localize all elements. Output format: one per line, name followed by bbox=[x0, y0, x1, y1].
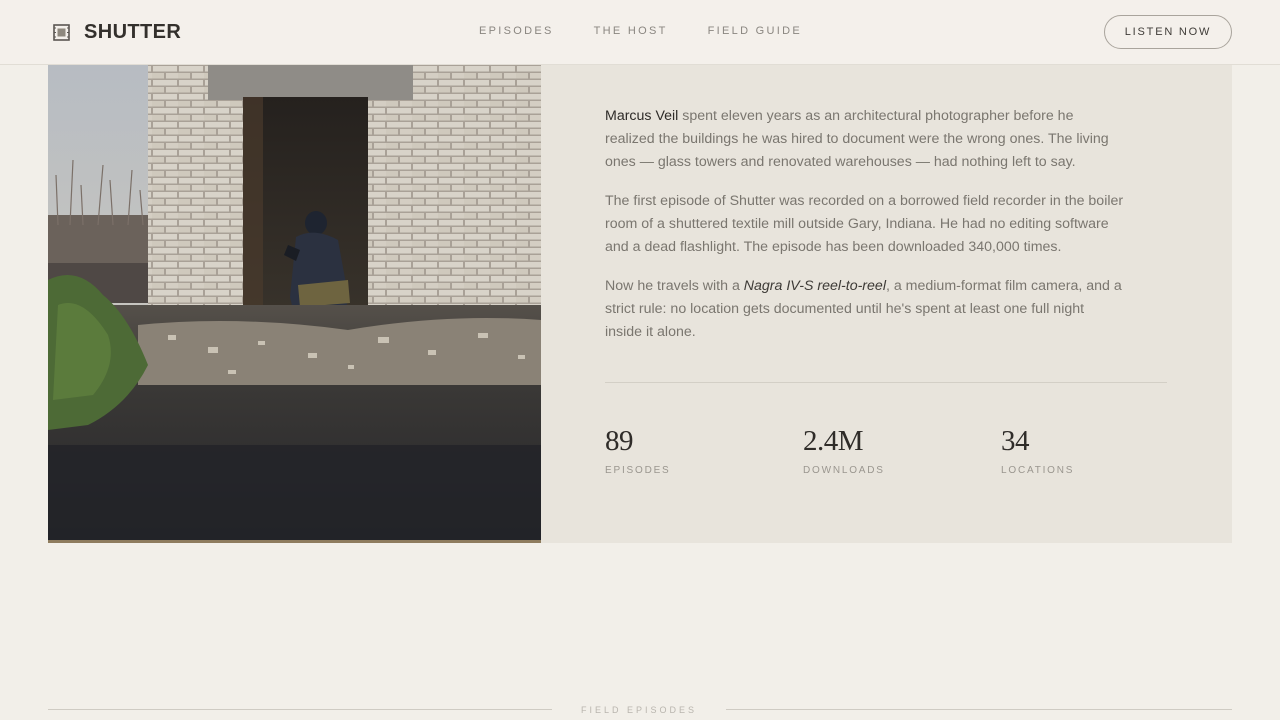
brand-logo[interactable]: SHUTTER bbox=[53, 20, 181, 44]
main-nav: EPISODES THE HOST FIELD GUIDE bbox=[479, 25, 802, 37]
listen-now-button[interactable]: LISTEN NOW bbox=[1104, 15, 1232, 49]
bio-paragraph-3: Now he travels with a Nagra IV-S reel-to… bbox=[605, 278, 1122, 340]
heading-rule-left bbox=[48, 709, 552, 710]
stat-downloads: 2.4M DOWNLOADS bbox=[803, 425, 1001, 476]
equipment-highlight: Nagra IV-S reel-to-reel bbox=[743, 278, 886, 294]
stat-label: EPISODES bbox=[605, 465, 671, 476]
film-frame-icon bbox=[53, 23, 70, 41]
stats-divider bbox=[605, 382, 1167, 383]
field-episodes-heading: FIELD EPISODES bbox=[48, 700, 1232, 720]
stat-value: 89 bbox=[605, 425, 634, 457]
brand-name: SHUTTER bbox=[84, 20, 182, 43]
stat-locations: 34 LOCATIONS bbox=[1001, 425, 1199, 476]
host-name: Marcus Veil bbox=[605, 108, 679, 124]
site-header: SHUTTER EPISODES THE HOST FIELD GUIDE LI… bbox=[0, 0, 1280, 65]
nav-the-host[interactable]: THE HOST bbox=[594, 25, 668, 37]
heading-rule-right bbox=[726, 709, 1232, 710]
host-hero: Marcus Veil spent eleven years as an arc… bbox=[48, 65, 1232, 543]
ruined-building-image bbox=[48, 65, 541, 540]
stat-episodes: 89 EPISODES bbox=[605, 425, 803, 476]
stat-label: LOCATIONS bbox=[1001, 465, 1075, 476]
nav-field-guide[interactable]: FIELD GUIDE bbox=[708, 25, 802, 37]
host-photo bbox=[48, 65, 541, 543]
host-stats: 89 EPISODES 2.4M DOWNLOADS 34 LOCATIONS bbox=[605, 425, 1199, 476]
section-label: FIELD EPISODES bbox=[580, 705, 698, 715]
bio-paragraph-1: Marcus Veil spent eleven years as an arc… bbox=[605, 108, 1109, 170]
stat-label: DOWNLOADS bbox=[803, 465, 885, 476]
host-bio: Marcus Veil spent eleven years as an arc… bbox=[605, 105, 1125, 360]
bio-paragraph-2: The first episode of Shutter was recorde… bbox=[605, 193, 1124, 255]
stat-value: 34 bbox=[1001, 425, 1030, 457]
stat-value: 2.4M bbox=[803, 425, 864, 457]
nav-episodes[interactable]: EPISODES bbox=[479, 25, 554, 37]
